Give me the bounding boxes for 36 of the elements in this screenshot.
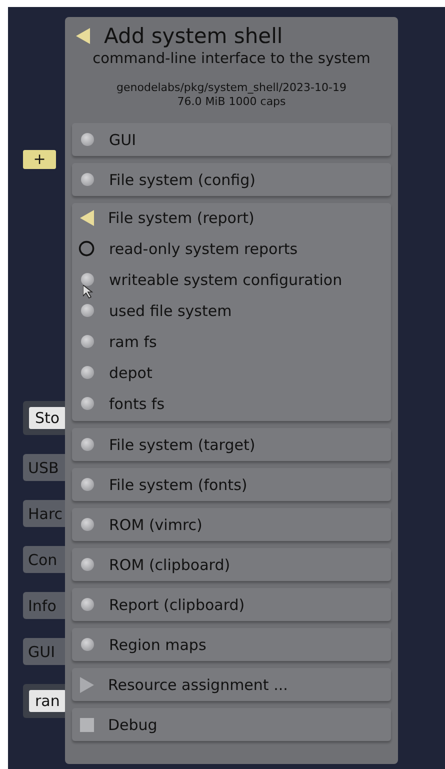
option-item[interactable]: depot — [72, 357, 391, 388]
option-item[interactable]: writeable system configuration — [72, 264, 391, 295]
section-item[interactable]: File system (target) — [72, 428, 391, 461]
radio-icon — [81, 133, 94, 146]
section-item[interactable]: Resource assignment ... — [72, 668, 391, 701]
tab-button[interactable]: Sto — [29, 407, 66, 429]
dialog-subtitle: command-line interface to the system — [92, 51, 372, 67]
section-item[interactable]: Region maps — [72, 628, 391, 661]
radio-icon — [81, 598, 94, 611]
section-item[interactable]: Report (clipboard) — [72, 588, 391, 621]
radio-icon — [81, 438, 94, 451]
section-item[interactable]: File system (report) — [72, 203, 391, 233]
option-item[interactable]: fonts fs — [72, 388, 391, 419]
section-item[interactable]: File system (fonts) — [72, 468, 391, 501]
radio-icon — [81, 173, 94, 186]
tab-button[interactable]: ran — [29, 690, 66, 712]
add-button[interactable]: + — [23, 150, 56, 169]
section-item[interactable]: ROM (clipboard) — [72, 548, 391, 581]
resource-info: 76.0 MiB 1000 caps — [177, 95, 286, 109]
section-item[interactable]: GUI — [72, 123, 391, 156]
pointer-icon — [83, 285, 93, 299]
radio-icon — [81, 558, 94, 571]
checkbox-item[interactable]: Debug — [72, 708, 391, 741]
dialog-title: Add system shell — [104, 23, 283, 49]
package-path: genodelabs/pkg/system_shell/2023-10-19 — [116, 81, 346, 95]
section-item[interactable]: ROM (vimrc) — [72, 508, 391, 541]
option-item[interactable]: used file system — [72, 295, 391, 326]
back-icon[interactable] — [76, 28, 90, 44]
section-item[interactable]: File system (config) — [72, 163, 391, 196]
radio-icon — [81, 518, 94, 531]
collapse-icon — [80, 210, 94, 226]
radio-icon — [81, 638, 94, 651]
expand-icon — [80, 676, 94, 692]
option-item[interactable]: read-only system reports — [72, 233, 391, 264]
option-item[interactable]: ram fs — [72, 326, 391, 357]
radio-icon — [81, 478, 94, 491]
